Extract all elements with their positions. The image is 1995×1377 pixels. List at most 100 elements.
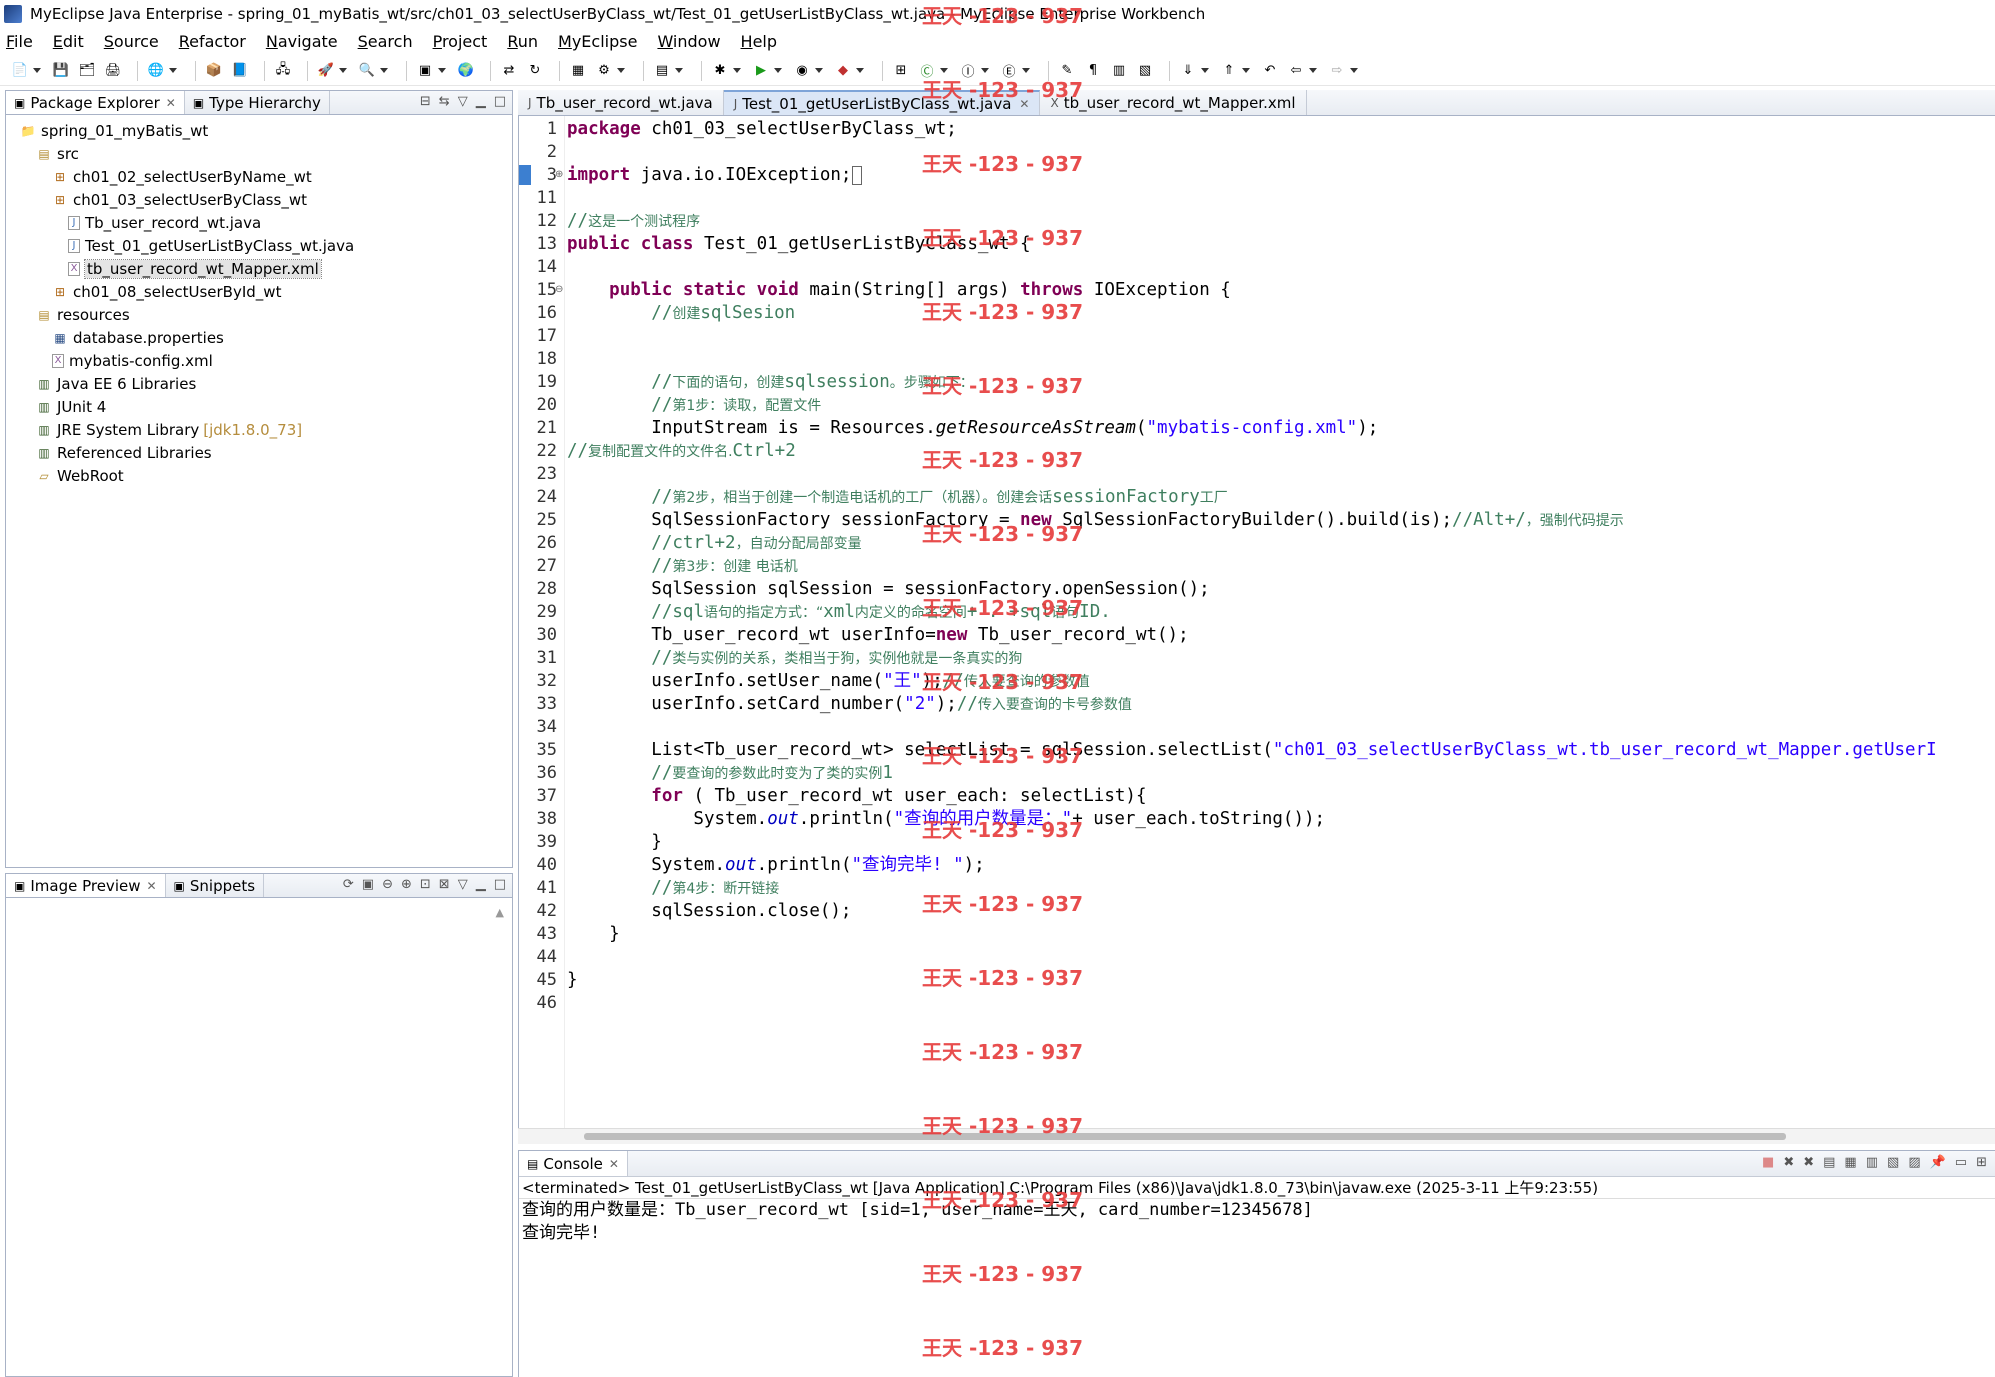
close-icon[interactable]: ✕	[166, 96, 176, 110]
display-console-icon[interactable]: ▭	[1955, 1155, 1967, 1170]
close-icon[interactable]: ✕	[146, 879, 156, 893]
menu-window[interactable]: Window	[657, 32, 720, 51]
editor-horizontal-scrollbar[interactable]	[518, 1128, 1995, 1144]
maximize-icon[interactable]: □	[494, 877, 506, 892]
settings-icon[interactable]: ⚙	[594, 61, 614, 81]
tree-item[interactable]: ▦ database.properties	[6, 326, 512, 349]
collapse-all-icon[interactable]: ⊟	[420, 94, 431, 109]
server-icon[interactable]: 🖧	[273, 61, 293, 81]
menu-project[interactable]: Project	[433, 32, 488, 51]
code-line[interactable]: sqlSession.close();	[567, 900, 851, 923]
external-tools-icon[interactable]: ◆	[833, 61, 853, 81]
code-line[interactable]: userInfo.setUser_name("王");//传入要查询的参数值	[567, 670, 1090, 693]
new-web-project-icon[interactable]: 🌐	[146, 61, 166, 81]
save-icon[interactable]: 💾	[51, 61, 71, 81]
editor-tab[interactable]: Xtb_user_record_wt_Mapper.xml	[1040, 90, 1307, 115]
show-stderr-icon[interactable]: ▨	[1908, 1155, 1920, 1170]
code-line[interactable]: System.out.println("查询完毕! ");	[567, 854, 984, 877]
view-menu-icon[interactable]: ▽	[458, 877, 468, 892]
code-line[interactable]: import java.io.IOException;	[567, 164, 863, 187]
code-line[interactable]: //创建sqlSesion	[567, 302, 795, 325]
pin-console-icon[interactable]: 📌	[1930, 1155, 1946, 1170]
tab-type-hierarchy[interactable]: ▣ Type Hierarchy	[185, 91, 330, 114]
tree-item[interactable]: ⊞ ch01_08_selectUserById_wt	[6, 280, 512, 303]
tree-item[interactable]: ▥ JUnit 4	[6, 395, 512, 418]
word-wrap-icon[interactable]: ¶	[1083, 61, 1103, 81]
tab-snippets[interactable]: ▣ Snippets	[166, 874, 265, 897]
menu-help[interactable]: Help	[741, 32, 777, 51]
browser-icon[interactable]: 🌍	[456, 61, 476, 81]
code-line[interactable]: userInfo.setCard_number("2");//传入要查询的卡号参…	[567, 693, 1132, 716]
open-resource-icon[interactable]: 📘	[230, 61, 250, 81]
close-icon[interactable]: ✕	[609, 1157, 619, 1171]
tree-item[interactable]: 📁 spring_01_myBatis_wt	[6, 119, 512, 142]
code-line[interactable]: System.out.println("查询的用户数量是："+ user_eac…	[567, 808, 1325, 831]
menu-search[interactable]: Search	[358, 32, 413, 51]
tree-item[interactable]: J Tb_user_record_wt.java	[6, 211, 512, 234]
terminal-icon[interactable]: ▤	[652, 61, 672, 81]
new-interface-icon[interactable]: Ⓘ	[958, 61, 978, 81]
menu-refactor[interactable]: Refactor	[179, 32, 246, 51]
menu-source[interactable]: Source	[104, 32, 159, 51]
editor-tab[interactable]: J Tb_user_record_wt.java	[518, 90, 724, 115]
tree-item[interactable]: ▥ Referenced Libraries	[6, 441, 512, 464]
tab-console[interactable]: ▤ Console ✕	[519, 1151, 628, 1176]
forward-icon[interactable]: ⇨	[1327, 61, 1347, 81]
editor-tab[interactable]: J Test_01_getUserListByClass_wt.java ✕	[723, 90, 1041, 115]
previous-annotation-icon[interactable]: ⇑	[1219, 61, 1239, 81]
toggle-icon[interactable]: ⇄	[499, 61, 519, 81]
tree-item[interactable]: ▤ src	[6, 142, 512, 165]
code-line[interactable]: //类与实例的关系，类相当于狗，实例他就是一条真实的狗	[567, 647, 1022, 670]
tree-item[interactable]: ▤ resources	[6, 303, 512, 326]
menu-myeclipse[interactable]: MyEclipse	[558, 32, 637, 51]
refresh-icon[interactable]: ↻	[525, 61, 545, 81]
menu-run[interactable]: Run	[507, 32, 538, 51]
code-line[interactable]: //要查询的参数此时变为了类的实例1	[567, 762, 893, 785]
open-console-icon[interactable]: ⊞	[1976, 1155, 1987, 1170]
code-line[interactable]: }	[567, 969, 578, 992]
run-icon[interactable]: ▶	[751, 61, 771, 81]
tab-package-explorer[interactable]: ▣ Package Explorer ✕	[6, 91, 185, 114]
fold-toggle-icon[interactable]: ⊖	[555, 284, 563, 295]
remove-all-icon[interactable]: ✖	[1803, 1155, 1814, 1170]
code-editor[interactable]: 1 2 3 ⊕ 11 12 13 14 15 ⊖ 16 17 18 19 20 21 22 23 24 25 26 27 2…	[518, 116, 1995, 1128]
open-perspective-icon[interactable]: ▦	[568, 61, 588, 81]
tab-image-preview[interactable]: ▣ Image Preview ✕	[6, 874, 166, 897]
new-enum-icon[interactable]: Ⓔ	[999, 61, 1019, 81]
code-line[interactable]: //这是一个测试程序	[567, 210, 700, 233]
terminate-icon[interactable]: ■	[1762, 1155, 1774, 1170]
minimize-icon[interactable]: ▁	[476, 877, 486, 892]
tree-item[interactable]: ⊞ ch01_03_selectUserByClass_wt	[6, 188, 512, 211]
code-line[interactable]: InputStream is = Resources.getResourceAs…	[567, 417, 1378, 440]
zoom-out-icon[interactable]: ⊖	[382, 877, 393, 892]
code-line[interactable]: for ( Tb_user_record_wt user_each: selec…	[567, 785, 1146, 808]
fold-toggle-icon[interactable]: ⊕	[555, 169, 563, 180]
tree-item[interactable]: ▥ JRE System Library [jdk1.8.0_73]	[6, 418, 512, 441]
run-coverage-icon[interactable]: ◉	[792, 61, 812, 81]
code-line[interactable]: public class Test_01_getUserListByClass_…	[567, 233, 1031, 256]
code-line[interactable]: List<Tb_user_record_wt> selectList = sql…	[567, 739, 1936, 762]
new-package-icon[interactable]: ⊞	[891, 61, 911, 81]
code-line[interactable]: }	[567, 831, 662, 854]
code-line[interactable]: //第1步：读取，配置文件	[567, 394, 821, 417]
code-line[interactable]: package ch01_03_selectUserByClass_wt;	[567, 118, 957, 141]
remove-launch-icon[interactable]: ✖	[1783, 1155, 1794, 1170]
show-whitespace-icon[interactable]: ▥	[1109, 61, 1129, 81]
fit-window-icon[interactable]: ⊠	[439, 877, 450, 892]
code-line[interactable]: //ctrl+2，自动分配局部变量	[567, 532, 861, 555]
actual-size-icon[interactable]: ⊡	[420, 877, 431, 892]
block-selection-icon[interactable]: ▧	[1135, 61, 1155, 81]
console-output[interactable]: 查询的用户数量是：Tb_user_record_wt [sid=1, user_…	[519, 1199, 1995, 1245]
code-line[interactable]: Tb_user_record_wt userInfo=new Tb_user_r…	[567, 624, 1188, 647]
new-class-icon[interactable]: Ⓒ	[917, 61, 937, 81]
code-line[interactable]: public static void main(String[] args) t…	[567, 279, 1231, 302]
menu-file[interactable]: File	[6, 32, 33, 51]
refresh-icon[interactable]: ⟳	[343, 877, 354, 892]
show-stdout-icon[interactable]: ▧	[1887, 1155, 1899, 1170]
fit-icon[interactable]: ▣	[362, 877, 374, 892]
code-line[interactable]: SqlSession sqlSession = sessionFactory.o…	[567, 578, 1209, 601]
tree-item[interactable]: ▥ Java EE 6 Libraries	[6, 372, 512, 395]
zoom-in-icon[interactable]: ⊕	[401, 877, 412, 892]
close-icon[interactable]: ✕	[1019, 97, 1029, 111]
scroll-lock-icon[interactable]: ▦	[1844, 1155, 1856, 1170]
